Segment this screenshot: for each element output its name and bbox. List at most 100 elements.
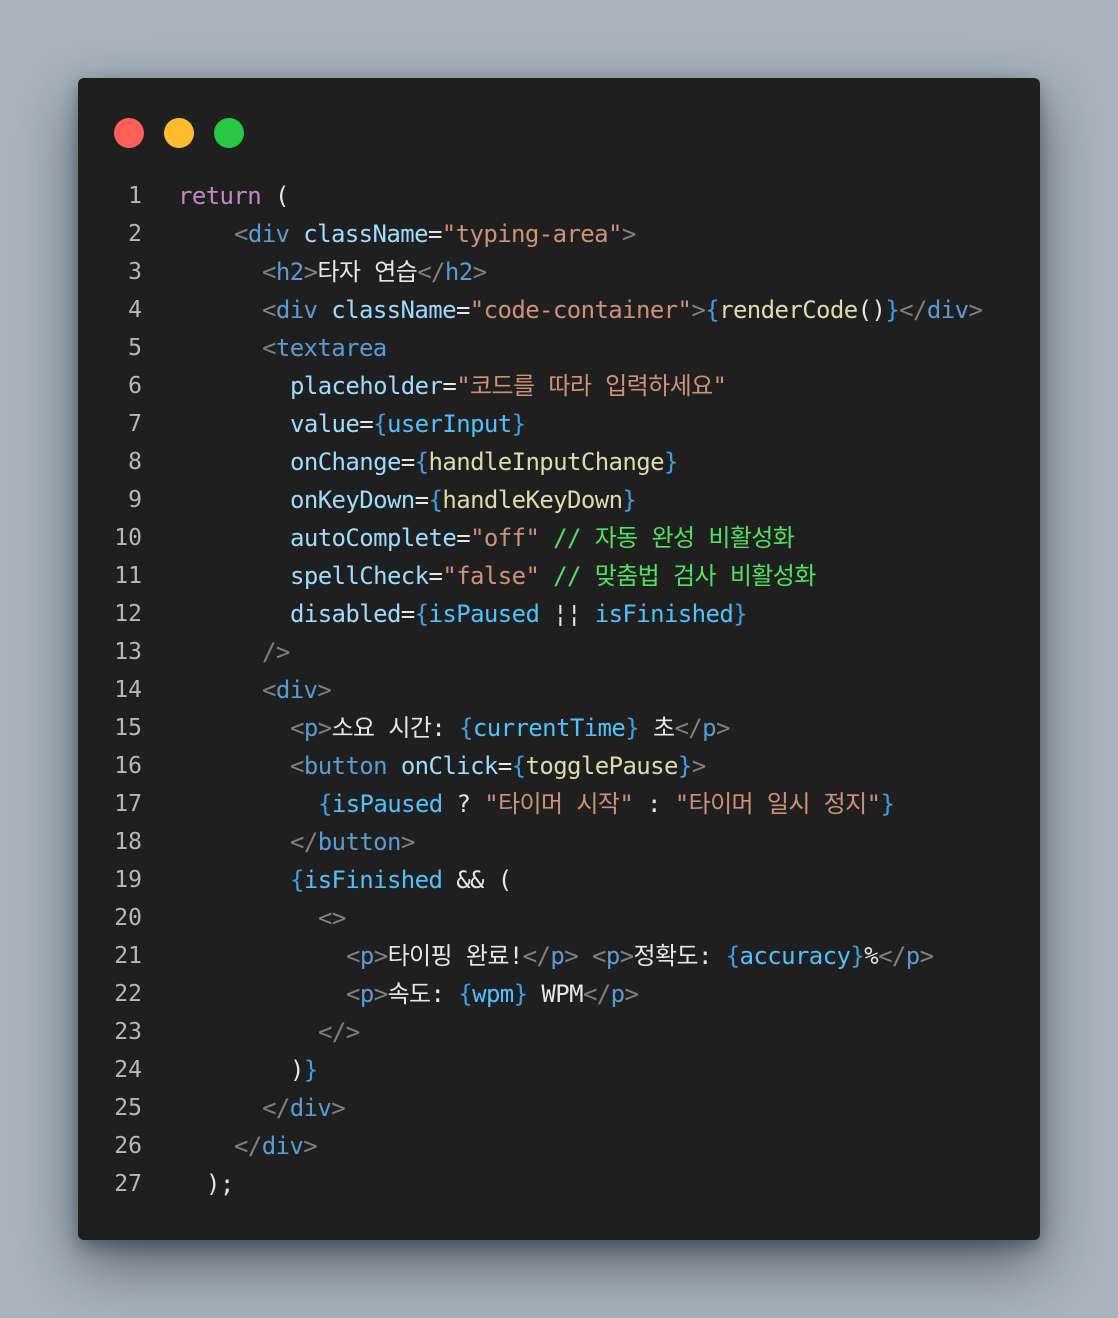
code-token: = [359,410,374,438]
code-content: spellCheck="false" // 맞춤법 검사 비활성화 [290,557,816,595]
code-line: 3 <h2>타자 연습</h2> [78,253,1040,291]
code-token: = [427,220,442,248]
line-number: 8 [128,449,142,475]
code-token: <> [318,904,346,932]
code-token: < [591,942,606,970]
code-content: <h2>타자 연습</h2> [262,253,487,291]
code-token: > [919,942,934,970]
code-token: > [624,980,639,1008]
code-content: )} [290,1051,318,1089]
line-number: 6 [128,373,142,399]
code-token: "타이머 시작" [484,790,634,818]
code-content: <div> [262,671,332,709]
line-number: 2 [128,221,142,247]
code-token: { [373,410,387,438]
code-token: < [234,220,248,248]
code-token: } [677,752,692,780]
code-token: { [414,448,429,476]
code-token: < [262,334,276,362]
code-content: onChange={handleInputChange} [290,443,678,481]
code-content: <> [318,899,346,937]
code-token: </ [878,942,906,970]
code-token: "코드를 따라 입력하세요" [456,372,727,400]
code-token: // 자동 완성 비활성화 [553,524,795,552]
code-token: () [857,296,886,324]
code-token: spellCheck [290,562,429,590]
code-content: {isPaused ? "타이머 시작" : "타이머 일시 정지"} [318,785,895,823]
code-token: < [290,752,304,780]
code-line: 25 </div> [78,1089,1040,1127]
code-token: > [472,258,487,286]
code-line: 17 {isPaused ? "타이머 시작" : "타이머 일시 정지"} [78,785,1040,823]
code-window: 1 return ( 2 <div className="typing-area"> 3… [78,78,1040,1240]
minimize-dot-icon[interactable] [164,118,194,148]
code-token: isFinished [594,600,734,628]
code-line: 7 value={userInput} [78,405,1040,443]
code-token: isPaused [428,600,540,628]
code-token: onKeyDown [290,486,415,514]
code-token: ( [261,182,289,210]
code-content: <p>소요 시간: {currentTime} 초</p> [290,709,730,747]
code-content: <button onClick={togglePause}> [290,747,706,785]
code-token: </ [262,1094,290,1122]
code-token: handleInputChange [428,448,665,476]
code-token: } [622,486,637,514]
code-content: </div> [234,1127,318,1165]
code-line: 2 <div className="typing-area"> [78,215,1040,253]
code-content: <div className="typing-area"> [234,215,636,253]
code-token: { [458,980,473,1008]
line-number: 10 [114,525,142,551]
code-token: > [691,296,706,324]
line-number: 21 [114,943,142,969]
close-dot-icon[interactable] [114,118,144,148]
code-content: return ( [178,177,289,215]
line-number: 17 [114,791,142,817]
code-token: button [303,752,388,780]
code-token: onClick [400,752,499,780]
code-token: > [317,676,332,704]
code-line: 1 return ( [78,177,1040,215]
code-token: isPaused [331,790,443,818]
code-token: { [414,600,429,628]
code-token: = [497,752,512,780]
line-number: 13 [114,639,142,665]
line-number: 23 [114,1019,142,1045]
maximize-dot-icon[interactable] [214,118,244,148]
code-token: handleKeyDown [442,486,623,514]
code-token: = [428,562,443,590]
code-token: > [619,942,634,970]
code-content: ); [206,1165,234,1203]
code-token: { [705,296,720,324]
code-line: 8 onChange={handleInputChange} [78,443,1040,481]
code-token: > [691,752,706,780]
code-token: h2 [444,258,473,286]
code-token: "code-container" [469,296,692,324]
code-token: 속도: [387,980,459,1008]
code-content: <div className="code-container">{renderC… [262,291,983,329]
code-line: 11 spellCheck="false" // 맞춤법 검사 비활성화 [78,557,1040,595]
code-token: } [733,600,748,628]
code-token: div [275,676,318,704]
code-token: currentTime [472,714,626,742]
code-line: 6 placeholder="코드를 따라 입력하세요" [78,367,1040,405]
code-line: 22 <p>속도: {wpm} WPM</p> [78,975,1040,1013]
code-token: p [303,714,318,742]
code-token: ¦¦ [539,600,595,628]
code-line: 24)} [78,1051,1040,1089]
code-content: disabled={isPaused ¦¦ isFinished} [290,595,748,633]
code-token: </> [318,1018,360,1046]
code-token: > [303,258,318,286]
code-token: onChange [290,448,401,476]
code-token: } [850,942,865,970]
code-line: 12 disabled={isPaused ¦¦ isFinished} [78,595,1040,633]
code-token: : [633,790,675,818]
code-token: { [428,486,443,514]
code-line: 5 <textarea [78,329,1040,367]
code-token: placeholder [290,372,443,400]
code-content: <textarea [262,329,387,367]
code-token: div [289,1094,332,1122]
code-token: userInput [386,410,512,438]
code-token: return [178,182,262,210]
